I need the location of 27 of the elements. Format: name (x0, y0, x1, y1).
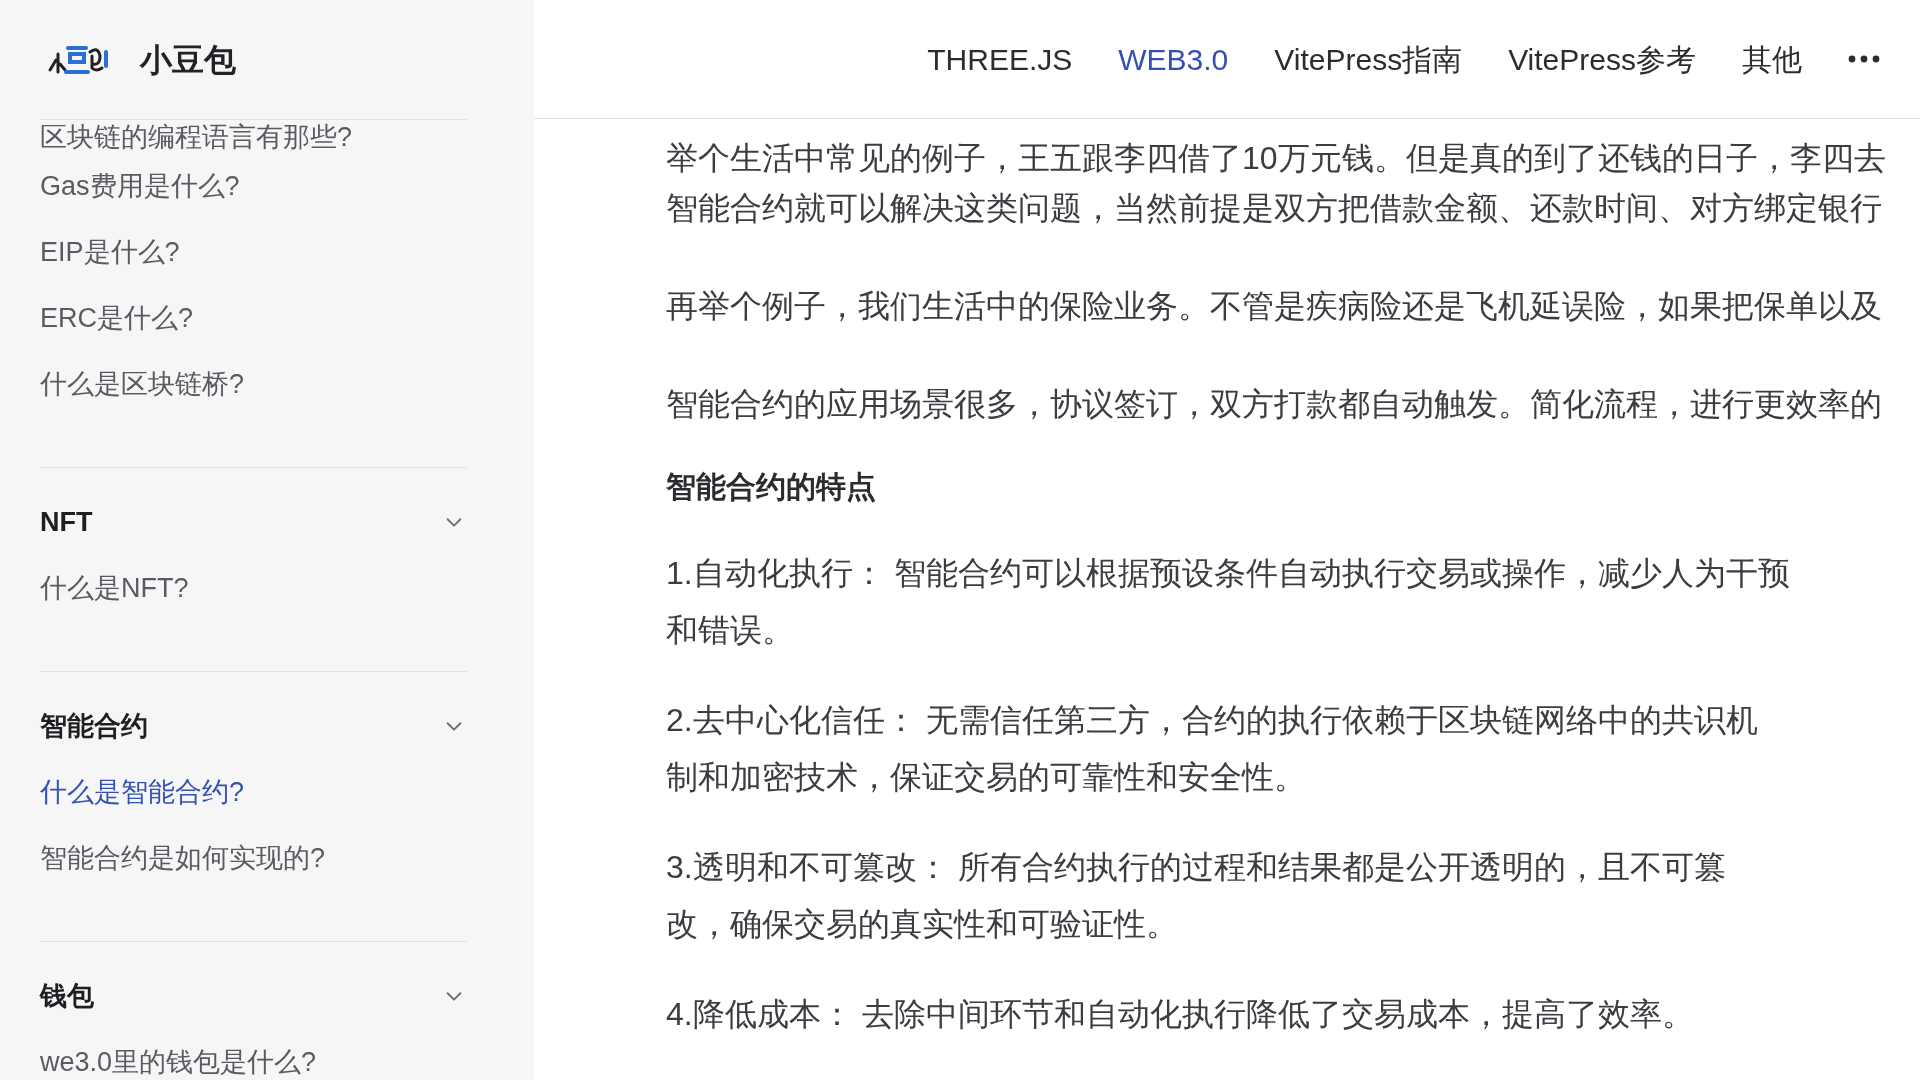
site-title[interactable]: 小豆包 (140, 35, 236, 84)
nav-link[interactable]: VitePress指南 (1274, 36, 1463, 82)
sidebar-link[interactable]: ERC是什么? (40, 297, 194, 339)
sidebar-link[interactable]: 区块链的编程语言有那些? (40, 120, 353, 153)
sidebar-link[interactable]: 智能合约是如何实现的? (40, 837, 326, 879)
sidebar-link[interactable]: we3.0里的钱包是什么? (40, 1041, 317, 1080)
more-icon[interactable] (1848, 55, 1880, 63)
paragraph: 再举个例子，我们生活中的保险业务。不管是疾病险还是飞机延误险，如果把保单以及 (666, 287, 1882, 326)
nav-link[interactable]: 其他 (1742, 36, 1802, 82)
nav-link[interactable]: THREE.JS (927, 36, 1073, 82)
list-item: 2.去中心化信任： 无需信任第三方，合约的执行依赖于区块链网络中的共识机 制和加密技术，保证交易的可靠性和安全性。 (666, 701, 1758, 797)
list-item: 3.透明和不可篡改： 所有合约执行的过程和结果都是公开透明的，且不可篡 改，确保交易的真实性和可验证性。 (666, 848, 1726, 944)
sidebar-link[interactable]: Gas费用是什么? (40, 165, 240, 207)
paragraph: 举个生活中常见的例子，王五跟李四借了10万元钱。但是真的到了还钱的日子，李四去 智能合约就可以解决这类问题，当然前提是双方把借款金额、还款时间、对方绑定银行 (666, 139, 1886, 228)
nav-link[interactable]: WEB3.0 (1118, 36, 1229, 82)
nav-link[interactable]: VitePress参考 (1508, 36, 1696, 82)
paragraph: 智能合约的应用场景很多，协议签订，双方打款都自动触发。简化流程，进行更效率的 (666, 385, 1882, 424)
sidebar-link[interactable]: EIP是什么? (40, 231, 180, 273)
sidebar-group-title[interactable]: 智能合约 (40, 705, 148, 747)
sidebar-link[interactable]: 什么是区块链桥? (40, 363, 245, 405)
list-item: 1.自动化执行： 智能合约可以根据预设条件自动执行交易或操作，减少人为干预 和错误。 (666, 554, 1790, 650)
list-item: 4.降低成本： 去除中间环节和自动化执行降低了交易成本，提高了效率。 (666, 995, 1694, 1034)
sidebar-group-title[interactable]: 钱包 (40, 975, 94, 1017)
section-heading: 智能合约的特点 (666, 469, 876, 505)
sidebar-group-title[interactable]: NFT (40, 501, 93, 543)
sidebar-link[interactable]: 什么是NFT? (40, 567, 189, 609)
sidebar-link[interactable]: 什么是智能合约? (40, 771, 245, 813)
